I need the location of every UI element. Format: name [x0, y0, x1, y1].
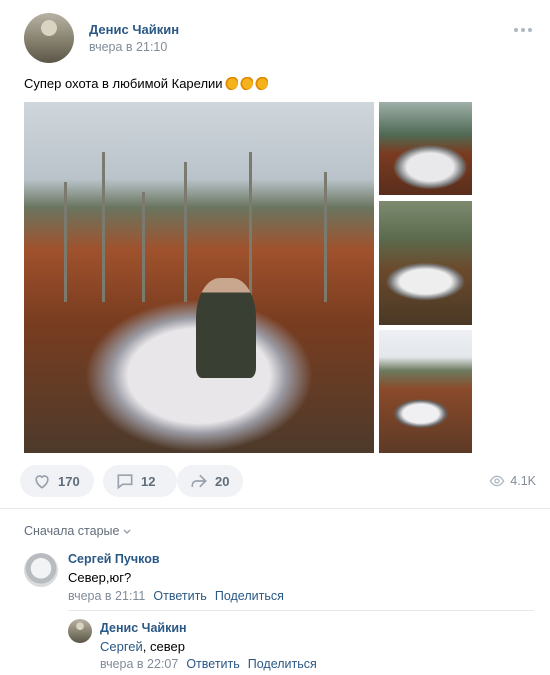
reply-time[interactable]: вчера в 22:07 [100, 657, 178, 671]
comment-avatar[interactable] [24, 553, 58, 587]
share-arrow-icon [191, 474, 207, 488]
comment-time[interactable]: вчера в 21:11 [68, 589, 145, 603]
like-count: 170 [58, 473, 80, 489]
comment-author[interactable]: Сергей Пучков [68, 552, 160, 566]
share-count: 20 [215, 473, 230, 489]
post-text: Супер охота в любимой Карелии [24, 76, 268, 91]
share-comment-button[interactable]: Поделиться [248, 657, 317, 671]
eye-icon [489, 475, 505, 487]
post-photo-3[interactable] [379, 201, 472, 325]
reply-author[interactable]: Денис Чайкин [100, 621, 187, 635]
reply-avatar[interactable] [68, 619, 92, 643]
comment-meta: вчера в 21:11 Ответить Поделиться [68, 589, 284, 603]
post-photo-main[interactable] [24, 102, 374, 453]
heart-icon [35, 475, 49, 489]
post-photo-2[interactable] [379, 102, 472, 195]
reply-button[interactable]: Ответить [153, 589, 206, 603]
divider [0, 508, 550, 509]
hunter-figure [196, 278, 256, 378]
flexed-biceps-emoji-icon [223, 76, 238, 90]
chevron-down-icon [123, 529, 131, 535]
reply-meta: вчера в 22:07 Ответить Поделиться [100, 657, 317, 671]
flexed-biceps-emoji-icon [253, 76, 268, 90]
post-time[interactable]: вчера в 21:10 [89, 40, 167, 54]
reply-button[interactable]: Ответить [186, 657, 239, 671]
share-comment-button[interactable]: Поделиться [215, 589, 284, 603]
comment-icon [117, 474, 133, 490]
views-counter: 4.1K [489, 473, 536, 489]
comment-count: 12 [141, 473, 156, 489]
divider [68, 610, 534, 611]
post-photo-4[interactable] [379, 330, 472, 453]
like-button[interactable]: 170 [20, 465, 94, 497]
comment-button[interactable]: 12 [103, 465, 177, 497]
share-button[interactable]: 20 [177, 465, 243, 497]
author-name[interactable]: Денис Чайкин [89, 22, 179, 37]
comment-text: Север,юг? [68, 570, 132, 585]
author-avatar[interactable] [24, 13, 74, 63]
post-text-content: Супер охота в любимой Карелии [24, 76, 223, 91]
sort-label: Сначала старые [24, 524, 120, 538]
reply-text: Сергей, север [100, 639, 185, 654]
reply-text-content: , север [142, 639, 185, 654]
views-count: 4.1K [510, 474, 536, 488]
post-actions: 170 12 20 4.1K [20, 465, 536, 497]
more-options-icon[interactable] [512, 23, 534, 37]
flexed-biceps-emoji-icon [238, 76, 253, 90]
reply-mention[interactable]: Сергей [100, 639, 143, 654]
post-header: Денис Чайкин вчера в 21:10 [24, 13, 534, 63]
comments-sort-dropdown[interactable]: Сначала старые [24, 524, 132, 538]
